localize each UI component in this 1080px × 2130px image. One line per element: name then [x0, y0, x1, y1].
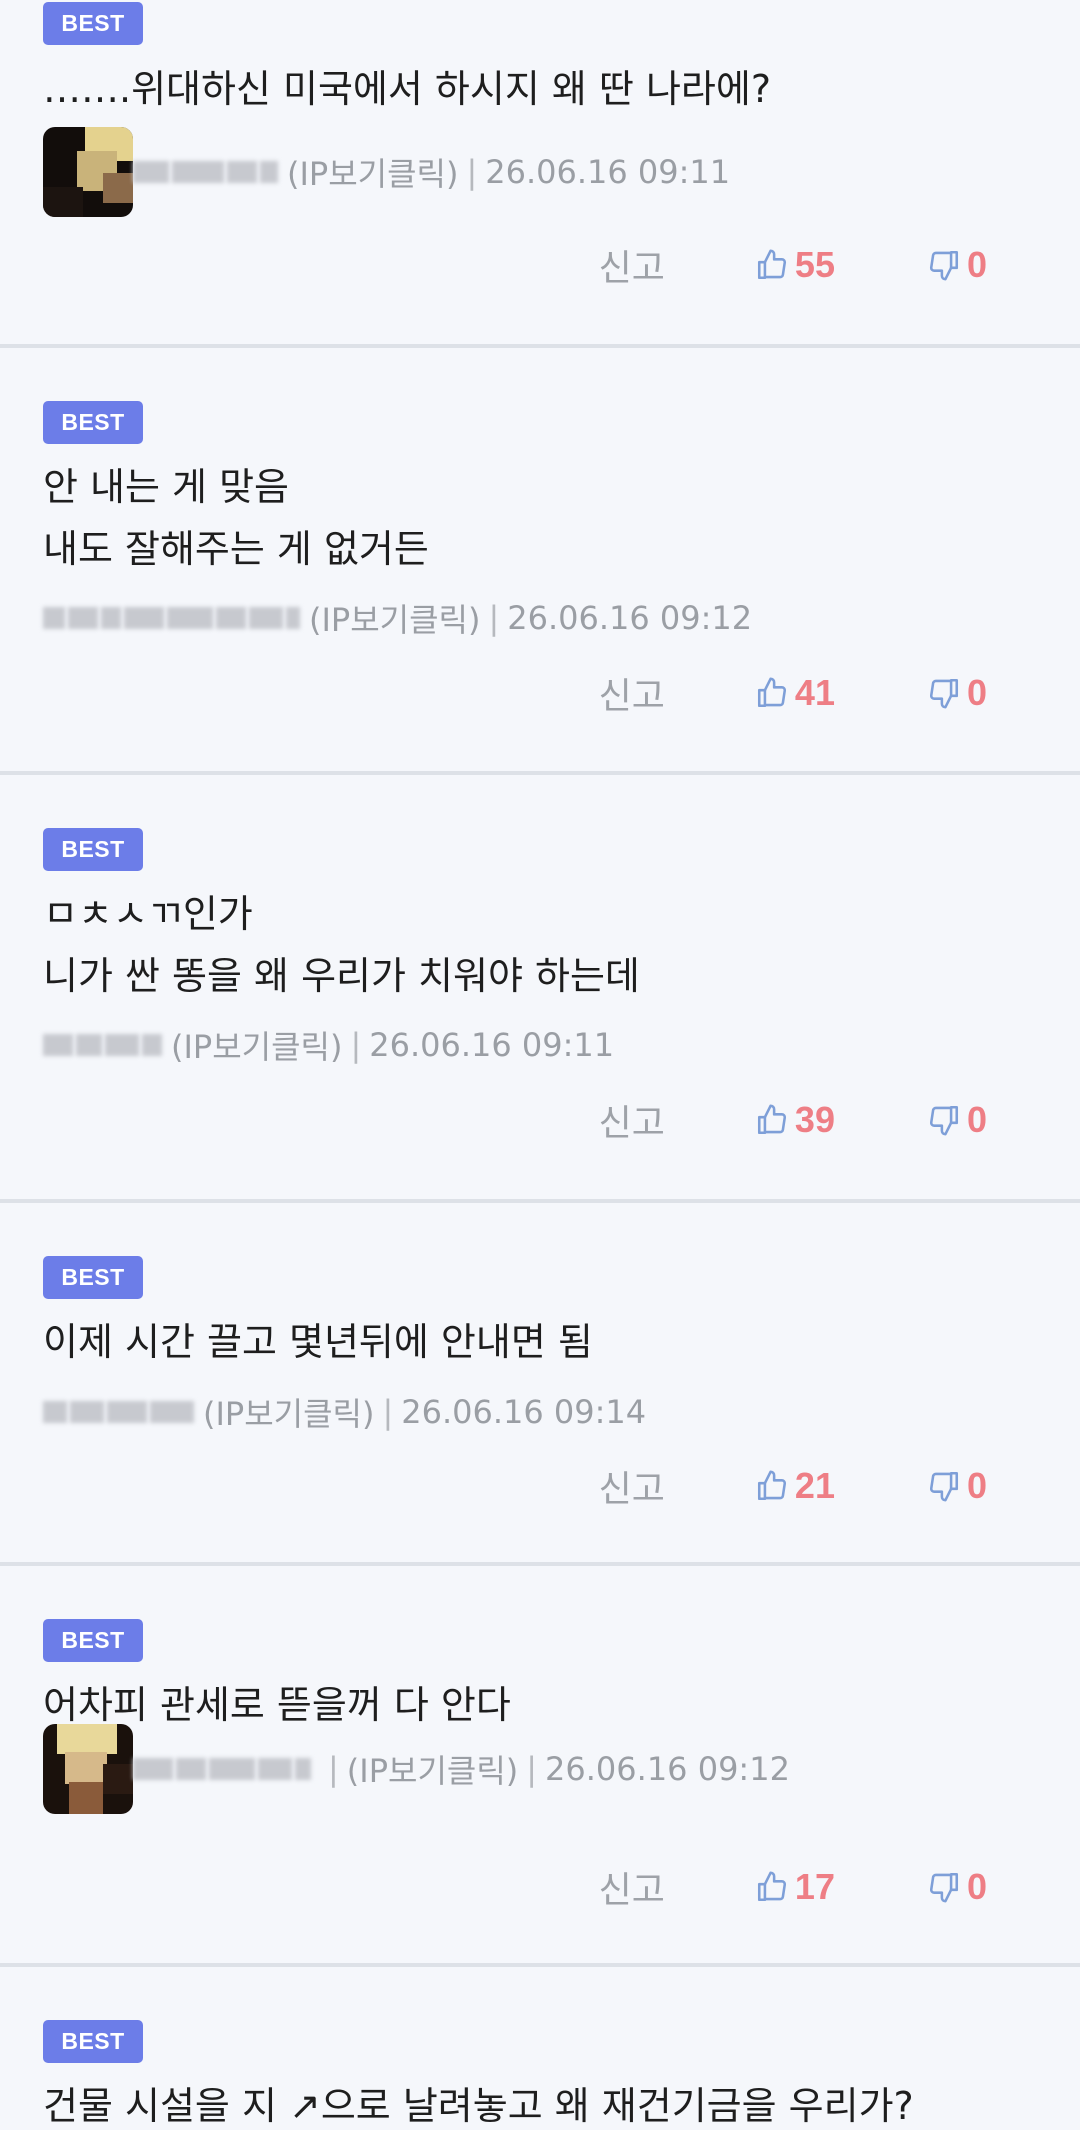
like-count: 17	[794, 1866, 835, 1907]
author-name-redacted	[133, 1754, 314, 1784]
comment-text: 어차피 관세로 뜯을꺼 다 안다	[43, 1683, 511, 1727]
dislike-button[interactable]: 0	[927, 1099, 987, 1141]
like-count: 41	[794, 672, 835, 713]
like-button[interactable]: 21	[755, 1465, 835, 1507]
best-badge: BEST	[43, 2, 143, 45]
comment-meta: | (IP보기클릭) | 26.06.16 09:12	[43, 1724, 790, 1814]
comment-actions: 신고 39 0	[599, 1095, 987, 1145]
comment-meta: (IP보기클릭) | 26.06.16 09:11	[43, 127, 731, 217]
comment-actions: 신고 21 0	[599, 1461, 987, 1511]
report-button[interactable]: 신고	[599, 667, 665, 719]
dislike-count: 0	[966, 244, 987, 285]
thumbs-up-icon	[757, 249, 786, 280]
comment-item: BEST ㅁㅊㅅㄲ인가 니가 싼 똥을 왜 우리가 치워야 하는데 (IP보기클…	[0, 775, 1080, 1203]
comment-text: ㅁㅊㅅㄲ인가	[43, 892, 253, 936]
report-button[interactable]: 신고	[599, 1460, 665, 1512]
best-badge: BEST	[43, 1256, 143, 1299]
dislike-count: 0	[966, 1099, 987, 1140]
author-name-redacted	[43, 1030, 165, 1060]
dislike-count: 0	[966, 672, 987, 713]
comment-text: 이제 시간 끌고 몇년뒤에 안내면 됨	[43, 1320, 593, 1364]
comment-item: BEST 건물 시설을 지 ↗으로 날려놓고 왜 재건기금을 우리가?	[0, 1967, 1080, 2130]
thumbs-down-icon	[929, 250, 958, 281]
comment-actions: 신고 17 0	[599, 1862, 987, 1912]
like-count: 39	[794, 1099, 835, 1140]
comment-text: 안 내는 게 맞음	[43, 465, 289, 509]
like-button[interactable]: 41	[755, 672, 835, 714]
author-name-redacted	[43, 1397, 197, 1427]
dislike-button[interactable]: 0	[927, 1465, 987, 1507]
thumbs-down-icon	[929, 678, 958, 709]
dislike-button[interactable]: 0	[927, 244, 987, 286]
comment-text: 건물 시설을 지 ↗으로 날려놓고 왜 재건기금을 우리가?	[43, 2084, 914, 2128]
meta-separator: |	[466, 153, 478, 191]
comment-item: BEST …….위대하신 미국에서 하시지 왜 딴 나라에? (IP보기클릭) …	[0, 0, 1080, 348]
thumbs-up-icon	[757, 1470, 786, 1501]
like-count: 21	[794, 1465, 835, 1506]
comment-meta: (IP보기클릭) | 26.06.16 09:14	[43, 1389, 647, 1435]
comment-text: 니가 싼 똥을 왜 우리가 치워야 하는데	[43, 954, 640, 998]
dislike-button[interactable]: 0	[927, 1866, 987, 1908]
like-button[interactable]: 17	[755, 1866, 835, 1908]
ip-view-link[interactable]: (IP보기클릭)	[171, 1022, 342, 1068]
ip-view-link[interactable]: (IP보기클릭)	[203, 1389, 374, 1435]
comment-meta: (IP보기클릭) | 26.06.16 09:11	[43, 1022, 615, 1068]
comment-actions: 신고 55 0	[599, 240, 987, 290]
best-badge: BEST	[43, 2020, 143, 2063]
avatar[interactable]	[43, 127, 133, 217]
dislike-count: 0	[966, 1866, 987, 1907]
author-name-redacted	[133, 157, 281, 187]
meta-separator: |	[328, 1750, 339, 1788]
thumbs-up-icon	[757, 1871, 786, 1902]
thumbs-down-icon	[929, 1471, 958, 1502]
comment-item: BEST 어차피 관세로 뜯을꺼 다 안다 | (IP보기클릭) | 26.06…	[0, 1566, 1080, 1967]
best-badge: BEST	[43, 1619, 143, 1662]
comment-text: 내도 잘해주는 게 없거든	[43, 527, 429, 571]
comment-item: BEST 이제 시간 끌고 몇년뒤에 안내면 됨 (IP보기클릭) | 26.0…	[0, 1203, 1080, 1566]
meta-separator: |	[382, 1393, 394, 1431]
dislike-button[interactable]: 0	[927, 672, 987, 714]
like-button[interactable]: 55	[755, 244, 835, 286]
report-button[interactable]: 신고	[599, 1094, 665, 1146]
comment-timestamp: 26.06.16 09:14	[401, 1393, 647, 1431]
like-button[interactable]: 39	[755, 1099, 835, 1141]
comment-timestamp: 26.06.16 09:12	[545, 1750, 790, 1788]
report-button[interactable]: 신고	[599, 239, 665, 291]
ip-view-link[interactable]: (IP보기클릭)	[309, 595, 480, 641]
comment-item: BEST 안 내는 게 맞음 내도 잘해주는 게 없거든 (IP보기클릭) | …	[0, 348, 1080, 775]
thumbs-down-icon	[929, 1872, 958, 1903]
ip-view-link[interactable]: (IP보기클릭)	[287, 149, 458, 195]
thumbs-down-icon	[929, 1105, 958, 1136]
dislike-count: 0	[966, 1465, 987, 1506]
meta-separator: |	[488, 599, 500, 637]
author-name-redacted	[43, 603, 303, 633]
comment-list: BEST …….위대하신 미국에서 하시지 왜 딴 나라에? (IP보기클릭) …	[0, 0, 1080, 2130]
thumbs-up-icon	[757, 677, 786, 708]
comment-timestamp: 26.06.16 09:12	[507, 599, 753, 637]
best-badge: BEST	[43, 828, 143, 871]
ip-view-link[interactable]: (IP보기클릭)	[347, 1746, 518, 1792]
thumbs-up-icon	[757, 1104, 786, 1135]
like-count: 55	[794, 244, 835, 285]
meta-separator: |	[350, 1026, 362, 1064]
comment-actions: 신고 41 0	[599, 668, 987, 718]
comment-meta: (IP보기클릭) | 26.06.16 09:12	[43, 595, 753, 641]
comment-timestamp: 26.06.16 09:11	[485, 153, 731, 191]
meta-separator: |	[526, 1750, 538, 1788]
comment-timestamp: 26.06.16 09:11	[369, 1026, 615, 1064]
comment-text: …….위대하신 미국에서 하시지 왜 딴 나라에?	[43, 67, 772, 111]
report-button[interactable]: 신고	[599, 1861, 665, 1913]
best-badge: BEST	[43, 401, 143, 444]
avatar[interactable]	[43, 1724, 133, 1814]
